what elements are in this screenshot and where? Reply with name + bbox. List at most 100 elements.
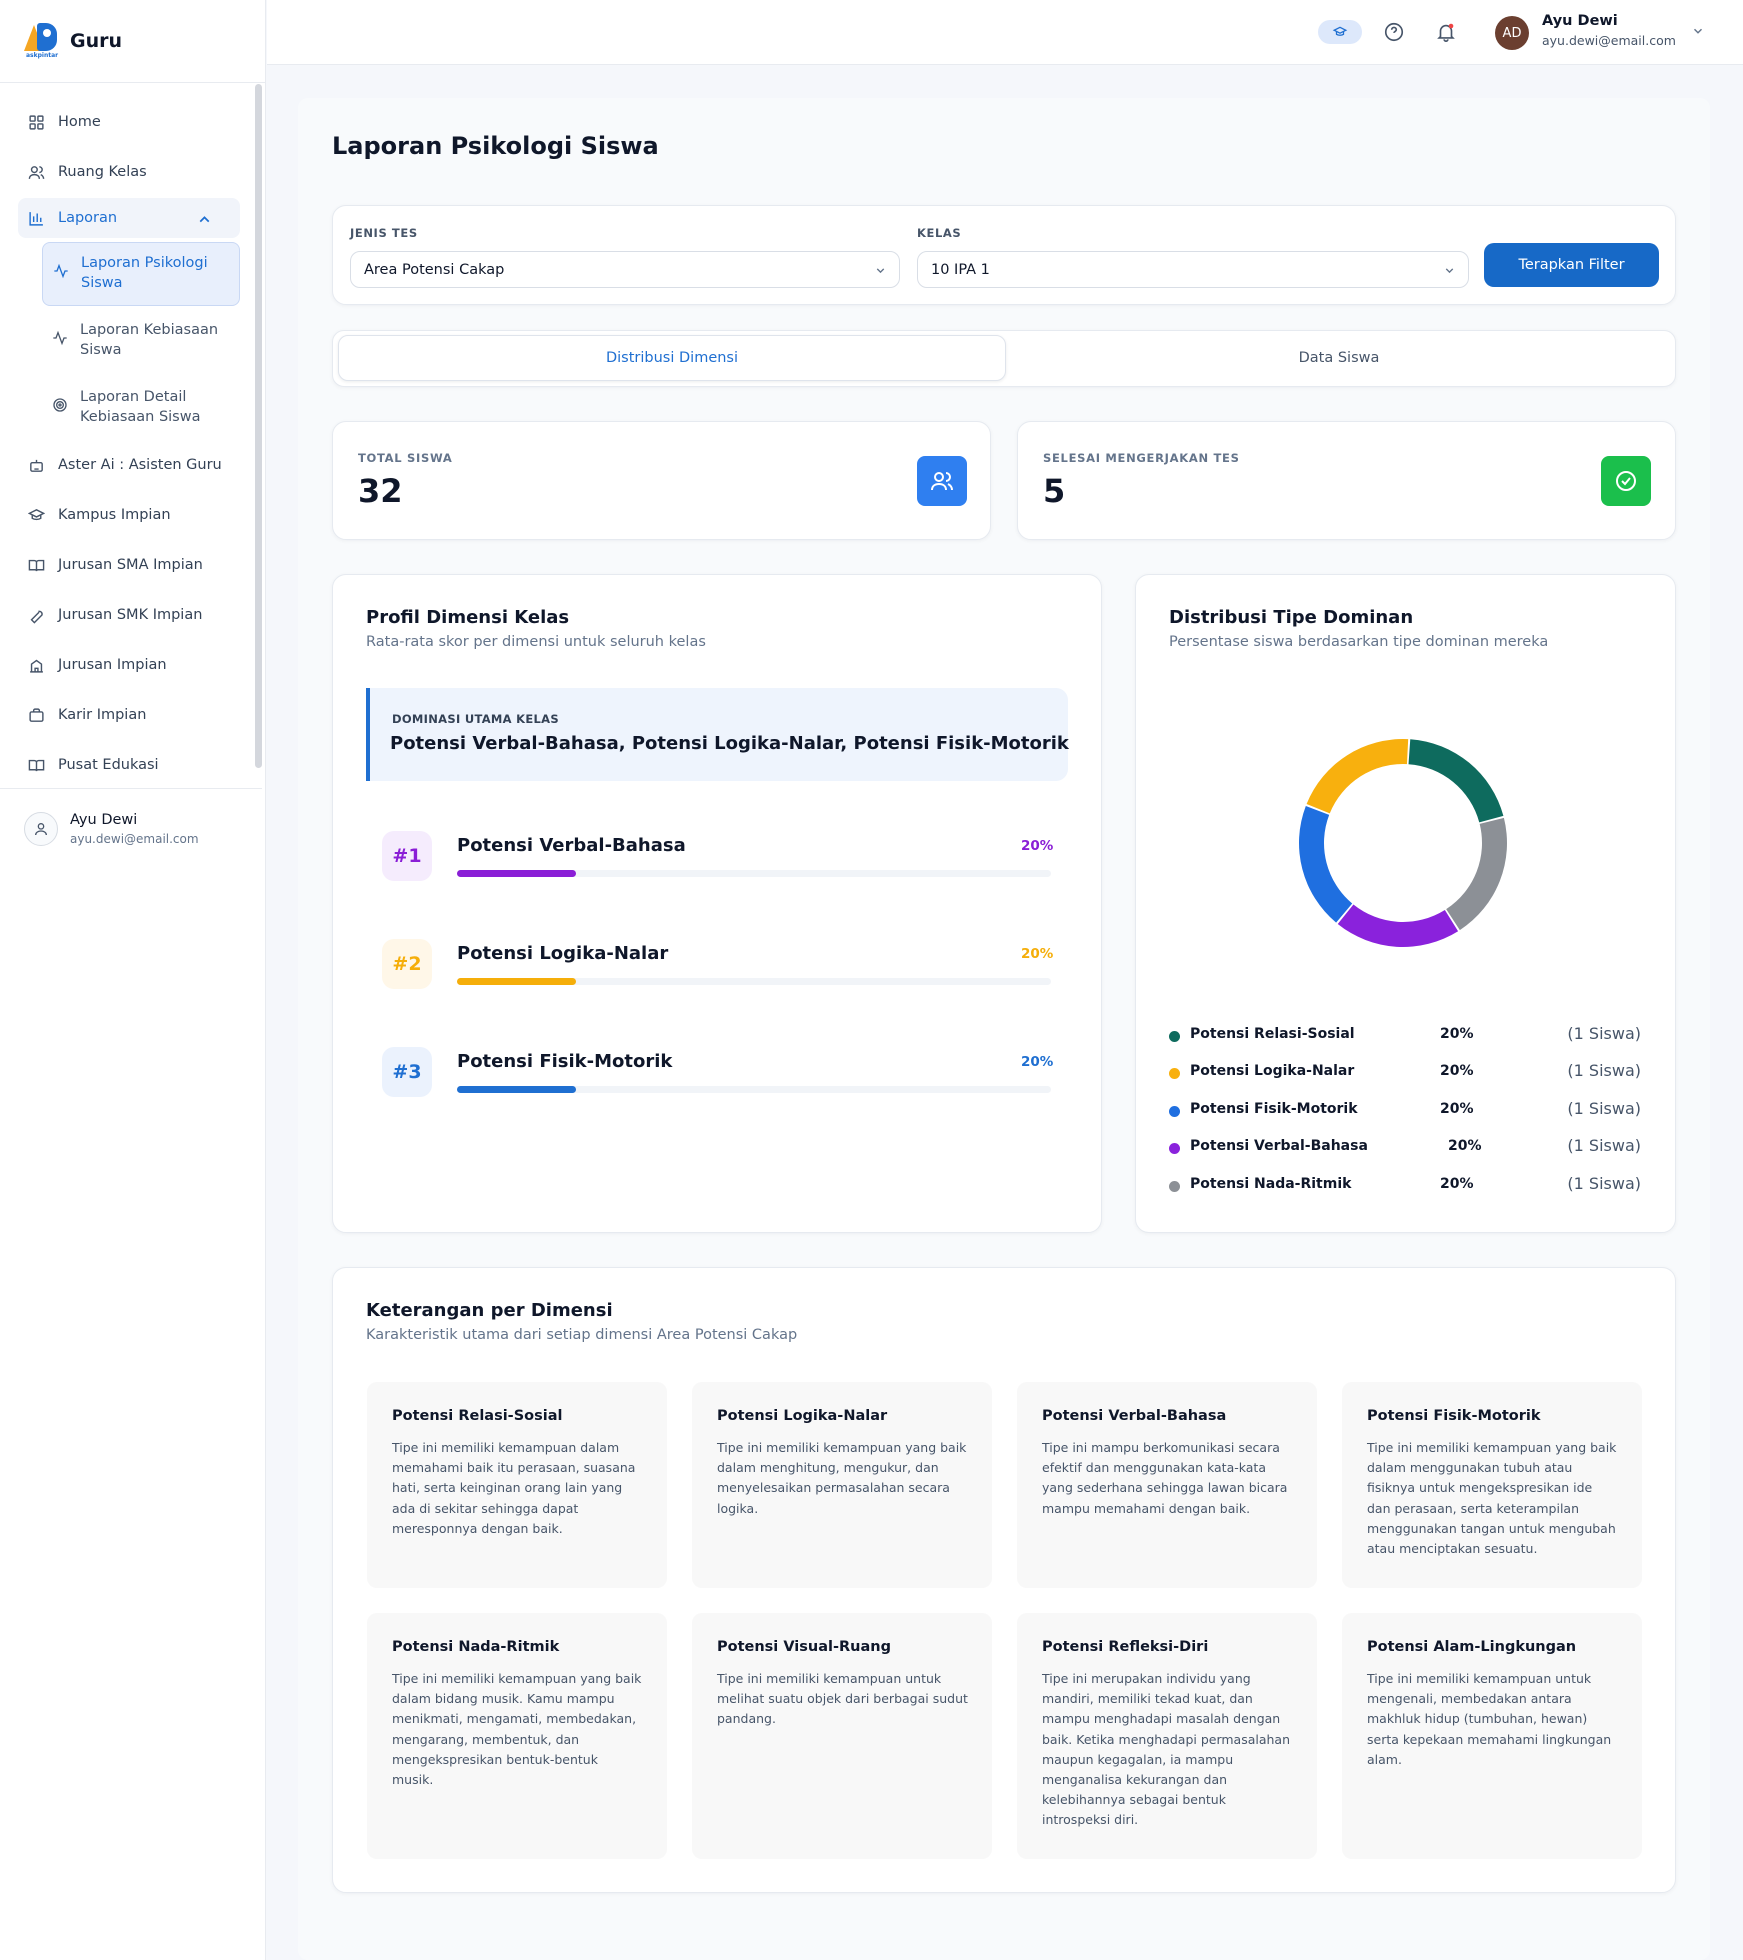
wrench-icon (30, 610, 43, 624)
topbar: AD Ayu Dewi ayu.dewi@email.com (267, 0, 1743, 65)
sidebar-item-label: Karir Impian (58, 707, 147, 723)
tab-bar: Distribusi Dimensi Data Siswa (332, 330, 1676, 387)
legend-item: Potensi Relasi-Sosial 20% (1 Siswa) (1169, 1024, 1641, 1048)
donut-slice-potensi-nada-ritmik[interactable] (1446, 817, 1507, 931)
legend-pct: 20% (1440, 1101, 1474, 1117)
bell-icon[interactable] (1435, 21, 1457, 43)
legend-name: Potensi Relasi-Sosial (1190, 1026, 1355, 1042)
sidebar-subitem-laporan-detail[interactable]: Laporan Detail Kebiasaan Siswa (42, 377, 240, 439)
dominant-value: Potensi Verbal-Bahasa, Potensi Logika-Na… (390, 733, 1069, 754)
sidebar-item-jurusan-sma[interactable]: Jurusan SMA Impian (18, 545, 240, 585)
school-icon (30, 659, 43, 673)
help-icon[interactable] (1383, 21, 1405, 43)
donut-slice-potensi-relasi-sosial[interactable] (1408, 739, 1504, 823)
sidebar-item-label: Jurusan SMA Impian (58, 557, 203, 573)
legend-pct: 20% (1440, 1176, 1474, 1192)
legend-count: (1 Siswa) (1567, 1061, 1641, 1080)
donut-slice-potensi-fisik-motorik[interactable] (1299, 805, 1353, 923)
sidebar-user[interactable]: Ayu Dewi ayu.dewi@email.com (0, 788, 262, 868)
legend-count: (1 Siswa) (1567, 1174, 1641, 1193)
graduation-cap-icon (1332, 26, 1348, 36)
apply-filter-button[interactable]: Terapkan Filter (1484, 243, 1659, 287)
jenis-tes-select[interactable]: Area Potensi Cakap (350, 251, 900, 288)
dominant-label: DOMINASI UTAMA KELAS (392, 712, 559, 726)
sidebar-nav: Home Ruang Kelas Laporan Laporan Psikolo… (0, 84, 262, 786)
user-icon (24, 811, 58, 846)
sidebar-item-label: Pusat Edukasi (58, 757, 159, 773)
stat-value: 32 (358, 472, 403, 510)
legend-item: Potensi Fisik-Motorik 20% (1 Siswa) (1169, 1099, 1641, 1123)
rank-bar-track (457, 1086, 1051, 1093)
app-name: Guru (70, 30, 123, 52)
legend-item: Potensi Logika-Nalar 20% (1 Siswa) (1169, 1061, 1641, 1085)
tab-data-siswa[interactable]: Data Siswa (1006, 335, 1672, 381)
sidebar-subitem-laporan-psikologi[interactable]: Laporan Psikologi Siswa (42, 242, 240, 306)
rank-bar-track (457, 978, 1051, 985)
legend-name: Potensi Verbal-Bahasa (1190, 1138, 1368, 1154)
rank-badge: #1 (382, 831, 432, 881)
donut-slice-potensi-logika-nalar[interactable] (1306, 739, 1409, 814)
sidebar-subitem-label: Laporan Kebiasaan Siswa (80, 322, 219, 358)
dimension-title: Potensi Relasi-Sosial (392, 1408, 563, 1424)
sidebar-item-kampus-impian[interactable]: Kampus Impian (18, 495, 240, 535)
dimension-text: Tipe ini memiliki kemampuan untuk mengen… (1367, 1671, 1612, 1767)
app-logo[interactable]: askpintar Guru (0, 0, 265, 83)
rank-pct: 20% (1021, 1054, 1054, 1070)
sidebar-item-home[interactable]: Home (18, 102, 240, 142)
activity-icon (54, 263, 68, 279)
section-subtitle: Rata-rata skor per dimensi untuk seluruh… (366, 634, 706, 650)
rank-name: Potensi Verbal-Bahasa (457, 835, 686, 856)
dimension-text: Tipe ini mampu berkomunikasi secara efek… (1042, 1440, 1288, 1516)
book-open-icon (28, 559, 45, 571)
legend-pct: 20% (1440, 1063, 1474, 1079)
dimension-title: Potensi Nada-Ritmik (392, 1639, 560, 1655)
users-icon (28, 165, 45, 179)
topbar-user-name[interactable]: Ayu Dewi (1542, 13, 1618, 29)
dimension-card: Potensi Visual-Ruang Tipe ini memiliki k… (692, 1613, 992, 1859)
legend-dot (1169, 1068, 1180, 1079)
sidebar-scrollbar[interactable] (255, 84, 262, 768)
avatar[interactable]: AD (1495, 16, 1529, 50)
kelas-select[interactable]: 10 IPA 1 (917, 251, 1469, 288)
graduation-cap-icon (28, 508, 45, 520)
book-icon (28, 759, 45, 771)
sidebar-item-aster-ai[interactable]: Aster Ai : Asisten Guru (18, 445, 240, 485)
stat-label: TOTAL SISWA (358, 451, 453, 465)
jenis-tes-value: Area Potensi Cakap (364, 261, 505, 278)
graduation-toggle-button[interactable] (1318, 20, 1362, 44)
section-subtitle: Persentase siswa berdasarkan tipe domina… (1169, 634, 1549, 650)
sidebar-item-ruang-kelas[interactable]: Ruang Kelas (18, 152, 240, 192)
rank-bar-track (457, 870, 1051, 877)
sidebar-user-email: ayu.dewi@email.com (70, 831, 199, 846)
tab-distribusi-dimensi[interactable]: Distribusi Dimensi (338, 335, 1006, 381)
dimension-text: Tipe ini memiliki kemampuan yang baik da… (1367, 1440, 1617, 1557)
sidebar-item-laporan[interactable]: Laporan (18, 198, 240, 238)
dimension-title: Potensi Verbal-Bahasa (1042, 1408, 1227, 1424)
sidebar-subitem-laporan-kebiasaan[interactable]: Laporan Kebiasaan Siswa (42, 310, 240, 372)
chevron-down-icon (1445, 268, 1454, 274)
dimension-text: Tipe ini memiliki kemampuan dalam memaha… (392, 1440, 636, 1536)
sidebar-item-jurusan-smk[interactable]: Jurusan SMK Impian (18, 595, 240, 635)
dominant-class-box: DOMINASI UTAMA KELAS Potensi Verbal-Baha… (366, 688, 1069, 781)
sidebar-item-pusat-edukasi[interactable]: Pusat Edukasi (18, 745, 240, 785)
legend-pct: 20% (1448, 1138, 1482, 1154)
users-icon (917, 456, 967, 506)
profil-dimensi-card (332, 574, 1102, 1233)
sidebar-user-name: Ayu Dewi (70, 811, 138, 828)
chevron-up-icon (199, 216, 210, 223)
donut-slice-potensi-verbal-bahasa[interactable] (1337, 904, 1459, 947)
sidebar-subitem-label: Laporan Psikologi Siswa (81, 255, 208, 291)
rank-bar-fill (457, 870, 576, 877)
chevron-down-icon[interactable] (1691, 24, 1705, 38)
filter-card: JENIS TES Area Potensi Cakap KELAS 10 IP… (332, 205, 1676, 305)
sidebar-item-jurusan-impian[interactable]: Jurusan Impian (18, 645, 240, 685)
legend-item: Potensi Verbal-Bahasa 20% (1 Siswa) (1169, 1136, 1641, 1160)
sidebar-item-label: Home (58, 114, 101, 130)
dimension-title: Potensi Fisik-Motorik (1367, 1408, 1541, 1424)
legend-name: Potensi Fisik-Motorik (1190, 1101, 1358, 1117)
kelas-value: 10 IPA 1 (931, 261, 990, 278)
sidebar-item-label: Jurusan SMK Impian (58, 607, 203, 623)
dimension-title: Potensi Refleksi-Diri (1042, 1639, 1209, 1655)
rank-bar-fill (457, 1086, 576, 1093)
sidebar-item-karir-impian[interactable]: Karir Impian (18, 695, 240, 735)
